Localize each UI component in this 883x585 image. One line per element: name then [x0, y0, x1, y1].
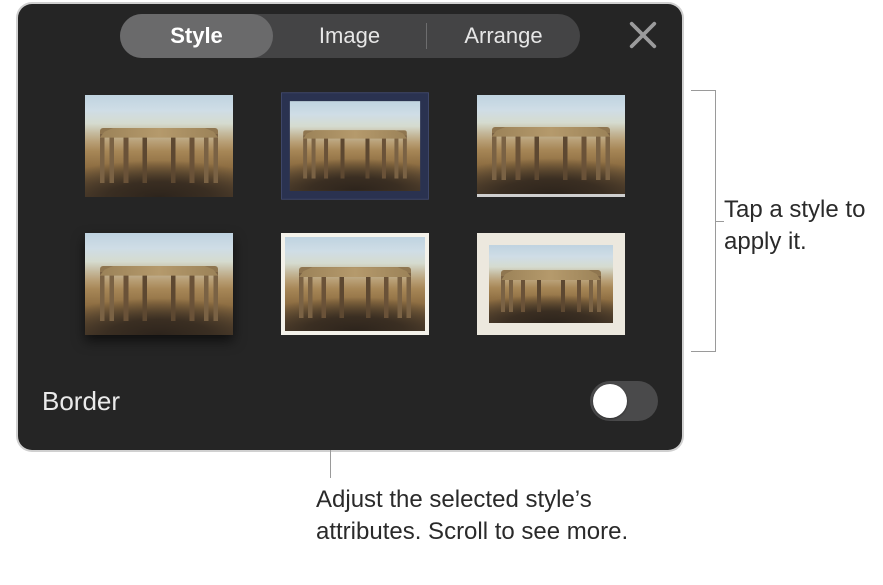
format-panel: Style Image Arrange: [18, 4, 682, 450]
tab-image[interactable]: Image: [273, 14, 426, 58]
image-style-plain-icon: [85, 95, 233, 197]
style-thumbnails-grid: [74, 86, 644, 344]
tab-bar: Style Image Arrange: [120, 14, 580, 58]
tab-style[interactable]: Style: [120, 14, 273, 58]
close-button[interactable]: [626, 18, 660, 52]
style-option-matte[interactable]: [466, 224, 636, 344]
image-style-white-edge-icon: [281, 233, 429, 335]
callout-bracket: [692, 90, 716, 352]
border-row: Border: [42, 376, 658, 426]
border-toggle[interactable]: [590, 381, 658, 421]
toggle-knob-icon: [593, 384, 627, 418]
style-option-white-edge[interactable]: [270, 224, 440, 344]
tab-image-label: Image: [319, 23, 380, 48]
tab-style-label: Style: [170, 23, 223, 48]
callout-tap-style: Tap a style to apply it.: [724, 194, 874, 259]
tab-arrange-label: Arrange: [464, 23, 542, 48]
style-option-shadow[interactable]: [74, 224, 244, 344]
tab-arrange[interactable]: Arrange: [427, 14, 580, 58]
style-option-dark-frame[interactable]: [270, 86, 440, 206]
close-icon: [626, 18, 660, 52]
border-label: Border: [42, 386, 120, 417]
image-style-matte-icon: [477, 233, 625, 335]
callout-adjust-attributes: Adjust the selected style’s attributes. …: [316, 484, 656, 549]
image-style-underline-icon: [477, 95, 625, 197]
style-option-plain[interactable]: [74, 86, 244, 206]
style-option-underline[interactable]: [466, 86, 636, 206]
image-style-shadow-icon: [85, 233, 233, 335]
callout-leader-bottom: [330, 450, 331, 478]
callout-bracket-tick: [716, 221, 724, 222]
image-style-dark-frame-icon: [290, 101, 420, 191]
